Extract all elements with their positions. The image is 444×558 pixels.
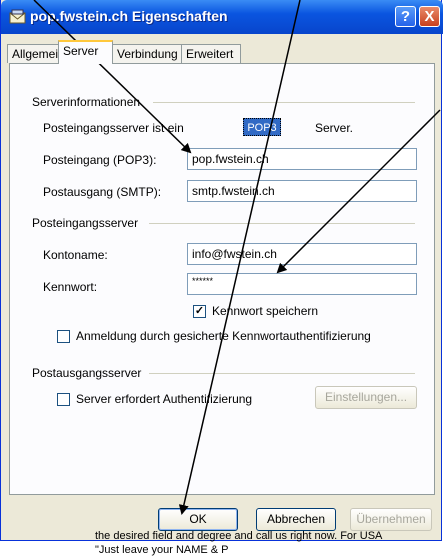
incoming-type-suffix: Server. bbox=[315, 121, 354, 135]
tab-allgemein[interactable]: Allgemein bbox=[7, 44, 65, 63]
apply-button[interactable]: Übernehmen bbox=[350, 508, 432, 531]
background-text-line2: "Just leave your NAME & P bbox=[95, 544, 229, 556]
section-heading-outgoing-server: Postausgangsserver bbox=[32, 366, 142, 380]
spa-label: Anmeldung durch gesicherte Kennwortauthe… bbox=[76, 329, 371, 343]
server-auth-checkbox[interactable] bbox=[57, 393, 70, 406]
divider bbox=[153, 102, 415, 103]
divider bbox=[149, 373, 415, 374]
section-heading-server-info: Serverinformationen bbox=[32, 95, 141, 109]
help-button[interactable]: ? bbox=[395, 6, 416, 27]
section-heading-incoming-server: Posteingangsserver bbox=[32, 216, 139, 230]
close-button[interactable]: X bbox=[419, 6, 440, 27]
divider bbox=[149, 223, 415, 224]
ok-button[interactable]: OK bbox=[158, 508, 238, 531]
spa-checkbox[interactable] bbox=[57, 330, 70, 343]
window-title: pop.fwstein.ch Eigenschaften bbox=[30, 8, 228, 24]
title-bar[interactable]: pop.fwstein.ch Eigenschaften ? X bbox=[1, 0, 443, 34]
account-field[interactable]: info@fwstein.ch bbox=[187, 243, 417, 265]
smtp-field[interactable]: smtp.fwstein.ch bbox=[187, 180, 417, 202]
incoming-type-value: POP3 bbox=[243, 118, 281, 136]
account-label: Kontoname: bbox=[43, 248, 108, 262]
pop3-label: Posteingang (POP3): bbox=[43, 153, 157, 167]
smtp-label: Postausgang (SMTP): bbox=[43, 185, 162, 199]
mail-server-icon bbox=[9, 9, 26, 24]
properties-dialog: pop.fwstein.ch Eigenschaften ? X Allgeme… bbox=[0, 0, 443, 541]
password-label: Kennwort: bbox=[43, 280, 98, 294]
incoming-type-label: Posteingangsserver ist ein bbox=[43, 121, 184, 135]
password-field[interactable]: ****** bbox=[187, 273, 417, 295]
pop3-field[interactable]: pop.fwstein.ch bbox=[187, 148, 417, 170]
server-auth-label: Server erfordert Authentifizierung bbox=[76, 392, 253, 406]
tab-server[interactable]: Server bbox=[58, 40, 113, 64]
cancel-button[interactable]: Abbrechen bbox=[256, 508, 336, 531]
settings-button[interactable]: Einstellungen... bbox=[315, 386, 417, 409]
tab-erweitert[interactable]: Erweitert bbox=[181, 44, 241, 63]
save-password-checkbox[interactable]: ✓ bbox=[193, 305, 206, 318]
save-password-label: Kennwort speichern bbox=[212, 304, 319, 318]
background-text-line1: the desired field and degree and call us… bbox=[95, 530, 383, 542]
tab-verbindung[interactable]: Verbindung bbox=[112, 44, 182, 63]
